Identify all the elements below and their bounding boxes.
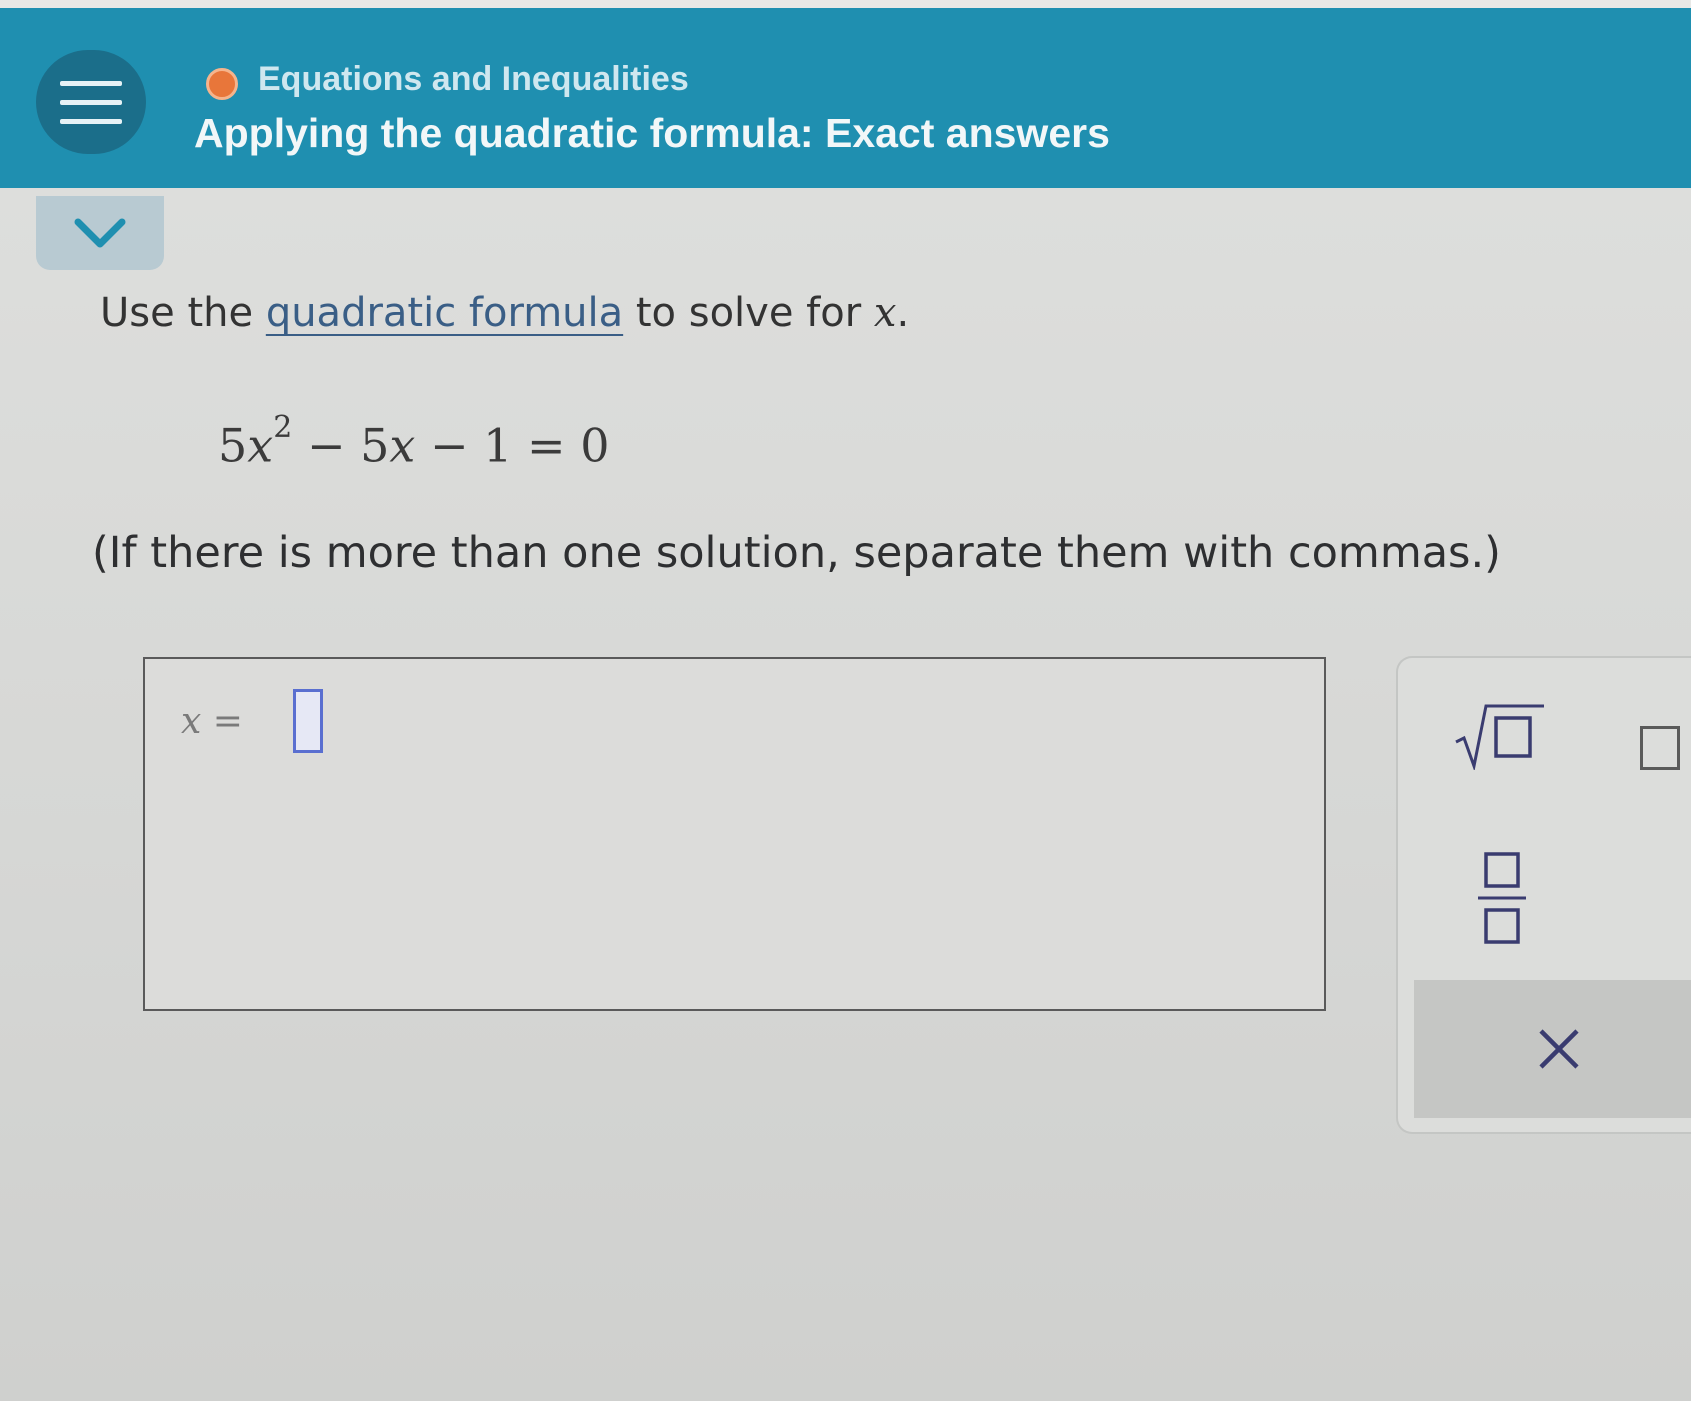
- answer-equals: =: [212, 701, 243, 742]
- chevron-down-icon: [74, 218, 126, 248]
- equation-rest: − 5: [306, 418, 390, 473]
- instruction-end: .: [896, 290, 910, 336]
- header-bar: Equations and Inequalities Applying the …: [0, 8, 1691, 188]
- instruction-text: Use the quadratic formula to solve for x…: [100, 290, 909, 336]
- fraction-button[interactable]: [1462, 844, 1542, 954]
- answer-entry-slot[interactable]: [293, 689, 323, 753]
- close-icon: [1539, 1029, 1579, 1069]
- exponent-button[interactable]: [1630, 718, 1690, 778]
- equation-tail: − 1 = 0: [429, 418, 610, 473]
- equation: 5x2 − 5x − 1 = 0: [218, 410, 610, 473]
- hamburger-menu-icon-line: [60, 118, 122, 124]
- answer-lhs: x =: [181, 701, 243, 742]
- equation-var2: x: [389, 418, 416, 473]
- collapse-tab-button[interactable]: [36, 196, 164, 270]
- square-root-icon: [1455, 704, 1544, 770]
- topic-label: Equations and Inequalities: [258, 60, 689, 98]
- math-keypad: [1396, 656, 1691, 1134]
- answer-input-box[interactable]: x =: [143, 657, 1326, 1011]
- equation-exponent: 2: [273, 410, 293, 445]
- instruction-variable: x: [873, 290, 897, 336]
- fraction-icon: [1478, 852, 1526, 944]
- equation-var: x: [247, 418, 274, 473]
- square-root-button[interactable]: [1452, 700, 1548, 770]
- menu-button[interactable]: [36, 50, 146, 154]
- multiple-solutions-note: (If there is more than one solution, sep…: [92, 528, 1501, 578]
- hamburger-menu-icon-line: [60, 99, 122, 105]
- screen: Equations and Inequalities Applying the …: [0, 0, 1691, 1401]
- top-edge: [0, 0, 1691, 8]
- equation-coef-a: 5: [218, 418, 248, 473]
- instruction-prefix: Use the: [100, 290, 266, 336]
- quadratic-formula-link[interactable]: quadratic formula: [266, 290, 623, 336]
- clear-button[interactable]: [1414, 980, 1691, 1118]
- answer-variable: x: [181, 701, 202, 742]
- page-title: Applying the quadratic formula: Exact an…: [194, 110, 1110, 156]
- instruction-suffix: to solve for: [623, 290, 874, 336]
- exponent-icon: [1640, 726, 1680, 770]
- topic-status-dot: [206, 68, 238, 100]
- hamburger-menu-icon: [60, 80, 122, 86]
